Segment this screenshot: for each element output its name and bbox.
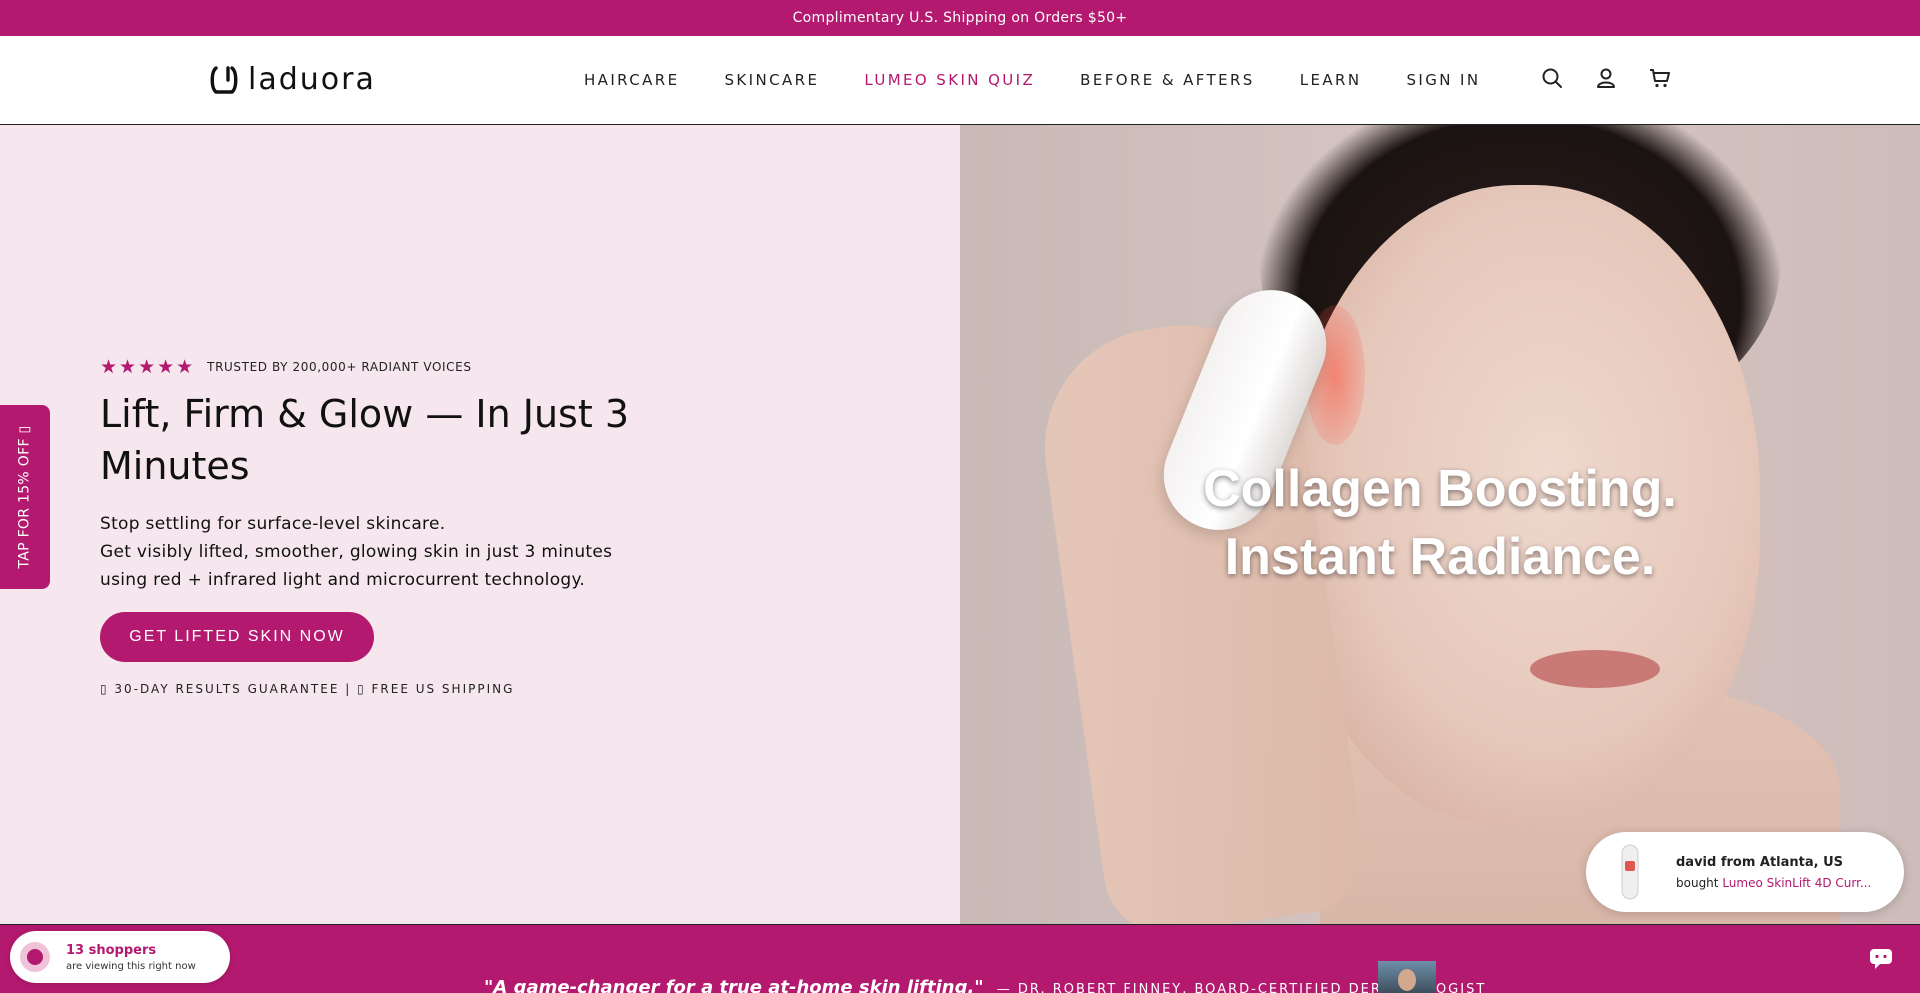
caption-line-1: Collagen Boosting.: [1203, 460, 1677, 518]
hero-description-line-2: Get visibly lifted, smoother, glowing sk…: [100, 542, 613, 590]
nav-item-sign-in[interactable]: SIGN IN: [1406, 71, 1480, 89]
get-lifted-skin-button[interactable]: GET LIFTED SKIN NOW: [100, 612, 374, 662]
live-shoppers-badge: 13 shoppers are viewing this right now: [10, 931, 230, 983]
hero-image-caption: Collagen Boosting. Instant Radiance.: [1160, 455, 1720, 591]
main-nav: HAIRCARE SKINCARE LUMEO SKIN QUIZ BEFORE…: [584, 36, 1480, 124]
testimonial-band: "A game-changer for a true at-home skin …: [0, 924, 1920, 993]
lips-shape: [1530, 650, 1660, 688]
dermatologist-head: [1398, 969, 1416, 991]
shoppers-text: 13 shoppers are viewing this right now: [66, 943, 196, 972]
popup-product-line: bought Lumeo SkinLift 4D Curr...: [1676, 876, 1871, 890]
shoppers-subtitle: are viewing this right now: [66, 960, 196, 972]
hero-description-line-1: Stop settling for surface-level skincare…: [100, 514, 446, 534]
chat-button[interactable]: [1858, 936, 1904, 982]
chat-icon: [1870, 949, 1892, 969]
recent-purchase-popup[interactable]: david from Atlanta, US bought Lumeo Skin…: [1586, 832, 1904, 912]
testimonial-quote: "A game-changer for a true at-home skin …: [484, 977, 984, 993]
bought-label: bought: [1676, 875, 1719, 890]
nav-item-haircare[interactable]: HAIRCARE: [584, 71, 679, 89]
rating-row: ★★★★★ TRUSTED BY 200,000+ RADIANT VOICES: [100, 356, 472, 378]
cart-icon[interactable]: [1648, 66, 1672, 90]
nav-item-before-afters[interactable]: BEFORE & AFTERS: [1080, 71, 1255, 89]
buyer-name: david from Atlanta, US: [1676, 854, 1844, 870]
testimonial: "A game-changer for a true at-home skin …: [484, 977, 1486, 993]
header-icons: [1540, 66, 1672, 90]
live-pulse-icon: [20, 942, 50, 972]
announcement-text: Complimentary U.S. Shipping on Orders $5…: [792, 10, 1128, 26]
account-icon[interactable]: [1594, 66, 1618, 90]
nav-item-learn[interactable]: LEARN: [1300, 71, 1362, 89]
product-link[interactable]: Lumeo SkinLift 4D Curr...: [1722, 876, 1871, 890]
logo[interactable]: laduora: [208, 64, 376, 96]
logo-text: laduora: [248, 62, 376, 97]
popup-text: david from Atlanta, US bought Lumeo Skin…: [1676, 855, 1871, 890]
hero-image: Collagen Boosting. Instant Radiance.: [960, 125, 1920, 924]
hero-title: Lift, Firm & Glow — In Just 3 Minutes: [100, 392, 630, 488]
nav-item-lumeo-skin-quiz[interactable]: LUMEO SKIN QUIZ: [864, 71, 1035, 89]
logo-mark-icon: [210, 66, 238, 94]
discount-side-tab[interactable]: TAP FOR 15% OFF ▯: [0, 405, 50, 589]
shoppers-count: 13 shoppers: [66, 942, 157, 958]
caption-line-2: Instant Radiance.: [1224, 528, 1656, 586]
nav-item-skincare[interactable]: SKINCARE: [724, 71, 819, 89]
product-device-icon: [1621, 844, 1639, 900]
guarantee-text: ▯ 30-DAY RESULTS GUARANTEE | ▯ FREE US S…: [100, 682, 515, 696]
search-icon[interactable]: [1540, 66, 1564, 90]
star-rating-icon: ★★★★★: [100, 356, 196, 378]
site-header: laduora HAIRCARE SKINCARE LUMEO SKIN QUI…: [0, 36, 1920, 125]
announcement-bar: Complimentary U.S. Shipping on Orders $5…: [0, 0, 1920, 36]
hero-description: Stop settling for surface-level skincare…: [100, 510, 660, 594]
dermatologist-photo: [1378, 961, 1436, 993]
trusted-label: TRUSTED BY 200,000+ RADIANT VOICES: [207, 360, 472, 374]
discount-side-tab-label: TAP FOR 15% OFF ▯: [17, 425, 34, 569]
product-thumbnail: [1602, 837, 1658, 907]
